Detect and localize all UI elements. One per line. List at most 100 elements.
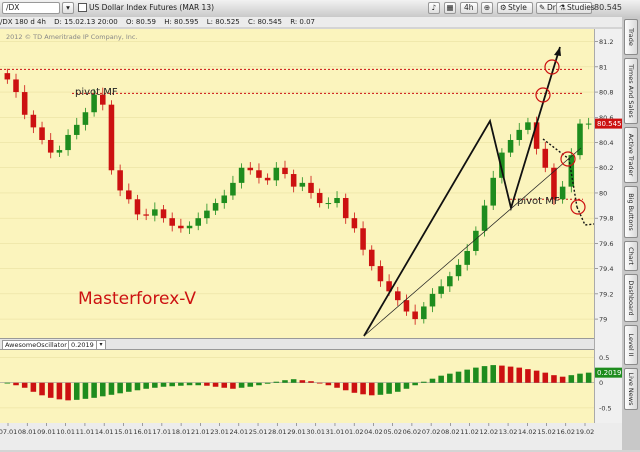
oscillator-bar [186, 382, 193, 386]
oscillator-bar [230, 382, 236, 389]
candle-body [247, 167, 254, 171]
candle-body [490, 177, 496, 206]
oscillator-tick-label: -0.5 [599, 404, 612, 412]
candle-body [403, 300, 410, 312]
candle-body [108, 104, 115, 171]
candle-body [342, 198, 349, 219]
tab-dashboard[interactable]: Dashboard [624, 274, 638, 322]
ohlc-close: C: 80.545 [247, 18, 282, 26]
oscillator-tick-label: 0.5 [599, 354, 609, 362]
tab-chart[interactable]: Chart [624, 241, 638, 271]
price-tick-label: 80.8 [599, 89, 613, 97]
oscillator-bar [273, 381, 280, 383]
time-tick-label: 13.02 [499, 428, 518, 436]
symbol-dropdown-button[interactable]: ▾ [62, 2, 74, 14]
oscillator-bar [264, 382, 271, 384]
side-tabs: Trade Times And Sales Active Trader Big … [622, 17, 640, 450]
time-tick-label: 08.02 [441, 428, 460, 436]
candle-body [360, 228, 366, 250]
oscillator-bar [82, 382, 89, 399]
tab-live-news-label: Live News [627, 372, 635, 406]
time-tick-label: 24.01 [229, 428, 248, 436]
symbol-description: US Dollar Index Futures (MAR 13) [89, 3, 215, 12]
oscillator-bar [160, 382, 167, 387]
bell-icon[interactable]: ♪ [428, 2, 440, 14]
time-tick-label: 21.01 [191, 428, 210, 436]
candle-body [447, 276, 453, 287]
oscillator-dropdown-button[interactable]: ▾ [96, 340, 106, 350]
oscillator-chart[interactable] [0, 350, 594, 423]
symbol-settings-icon[interactable] [78, 3, 87, 12]
price-panel[interactable]: 2012 © TD Ameritrade IP Company, Inc. Ma… [0, 29, 614, 338]
price-axis-labels: 81.28180.880.680.480.28079.879.679.479.2… [595, 38, 623, 412]
candle-body [325, 203, 332, 205]
candle-body [299, 182, 306, 187]
price-tick-label: 79.2 [599, 290, 613, 298]
candle-body [481, 205, 488, 231]
candle-body [13, 79, 19, 93]
candle-body [455, 264, 462, 277]
time-axis-labels: 07.01 08.01 09.01 10.01 11.01 14.01 15.01 16.01… [0, 423, 594, 436]
oscillator-bar [299, 380, 306, 383]
oscillator-bar [221, 382, 228, 388]
candle-body [56, 150, 63, 153]
candle-body [421, 306, 427, 320]
oscillator-bar [516, 367, 523, 383]
style-label: Style [508, 3, 527, 12]
studies-button[interactable]: ⚗ Studies [556, 2, 595, 14]
candle-body [178, 225, 184, 229]
chevron-down-icon: ▾ [99, 341, 103, 348]
watermark-text: Masterforex-V [78, 289, 196, 309]
candle-body [316, 192, 323, 204]
candle-body [230, 182, 236, 196]
tab-trade-label: Trade [627, 28, 635, 46]
candle-body [47, 139, 54, 153]
oscillator-bar [568, 375, 575, 383]
pivot-label-right: pivot MF [517, 196, 560, 207]
oscillator-label[interactable]: AwesomeOscillator [2, 340, 70, 350]
grid-icon[interactable]: ▦ [444, 2, 456, 14]
oscillator-bar [56, 382, 63, 400]
oscillator-bar [152, 382, 158, 388]
last-price: 80.545 [594, 3, 622, 12]
oscillator-header: AwesomeOscillator 0.2019 ▾ [0, 338, 594, 350]
time-tick-label: 10.01 [56, 428, 75, 436]
tab-live-news[interactable]: Live News [624, 368, 638, 410]
price-chart[interactable]: 2012 © TD Ameritrade IP Company, Inc. Ma… [0, 29, 614, 338]
candle-body [21, 92, 28, 115]
style-button[interactable]: ⚙ Style [497, 2, 533, 14]
time-tick-label: 07.01 [0, 428, 17, 436]
tab-active-trader[interactable]: Active Trader [624, 127, 638, 183]
tab-trade[interactable]: Trade [624, 19, 638, 55]
tab-times-and-sales-label: Times And Sales [627, 64, 635, 118]
ohlc-range: R: 0.07 [290, 18, 316, 26]
candle-body [412, 311, 418, 320]
candle-body [282, 167, 288, 175]
tab-big-buttons[interactable]: Big Buttons [624, 186, 638, 238]
candle-body [39, 127, 45, 140]
candle-body [65, 134, 71, 151]
candle-body [308, 182, 314, 193]
zoom-icon[interactable]: ⊕ [481, 2, 493, 14]
time-tick-label: 09.01 [37, 428, 56, 436]
oscillator-value: 0.2019 [68, 340, 97, 350]
time-axis[interactable]: 07.01 08.01 09.01 10.01 11.01 14.01 15.01 16.01… [0, 423, 622, 450]
candle-body [585, 123, 592, 125]
oscillator-bar [360, 382, 366, 395]
tab-times-and-sales[interactable]: Times And Sales [624, 58, 638, 124]
oscillator-panel[interactable] [0, 350, 594, 423]
ohlc-low: L: 80.525 [206, 18, 240, 26]
timeframe-button[interactable]: 4h [460, 2, 478, 14]
candle-body [152, 209, 158, 216]
candle-body [4, 73, 11, 80]
symbol-input[interactable]: /DX [2, 2, 60, 14]
oscillator-bar [13, 382, 19, 386]
oscillator-bar [377, 382, 384, 395]
candle-body [525, 122, 531, 130]
candle-body [273, 167, 280, 181]
tab-level-ii[interactable]: Level II [624, 325, 638, 365]
price-axis[interactable]: 81.2 81 80.8 80.6 80.4 80.2 80 79.8 79.6 79.4 79.2… [594, 29, 623, 423]
oscillator-bar [525, 369, 531, 383]
candle-body [134, 199, 141, 215]
candle-body [195, 218, 201, 226]
